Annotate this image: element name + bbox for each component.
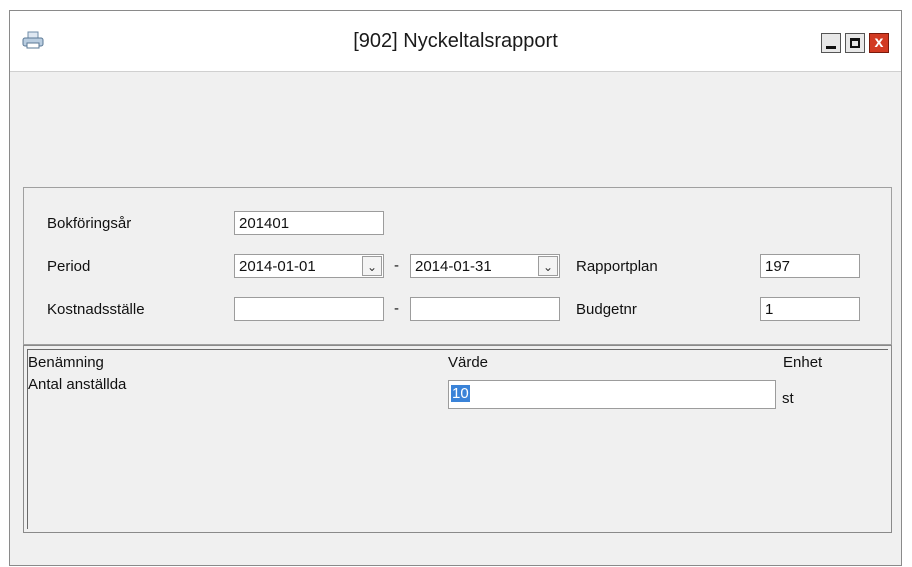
report-window: [902] Nyckeltalsrapport x Bokföringsår 2…	[9, 10, 902, 566]
budgetnr-label: Budgetnr	[576, 301, 637, 318]
close-icon: x	[874, 34, 884, 51]
period-range-dash: -	[394, 257, 399, 274]
rapportplan-label: Rapportplan	[576, 258, 658, 275]
maximize-button[interactable]	[845, 33, 865, 53]
window-title: [902] Nyckeltalsrapport	[353, 30, 558, 52]
row-varde-input[interactable]: 10	[448, 380, 776, 409]
period-from-value: 2014-01-01	[239, 258, 316, 275]
bokforingsar-field[interactable]: 201401	[234, 211, 384, 235]
budgetnr-field[interactable]: 1	[760, 297, 860, 321]
chevron-down-icon[interactable]: ⌄	[362, 256, 382, 276]
grid-area: Benämning Värde Enhet Antal anställda 10…	[27, 349, 888, 529]
row-benamning-cell: Antal anställda	[28, 376, 127, 393]
kostnadsstalle-range-dash: -	[394, 300, 399, 317]
chevron-down-icon[interactable]: ⌄	[538, 256, 558, 276]
kostnadsstalle-label: Kostnadsställe	[47, 301, 145, 318]
key-figures-grid: Benämning Värde Enhet Antal anställda 10…	[23, 345, 892, 533]
title-bar[interactable]: [902] Nyckeltalsrapport x	[10, 11, 901, 72]
close-button[interactable]: x	[869, 33, 889, 53]
column-header-varde[interactable]: Värde	[448, 354, 488, 371]
period-to-value: 2014-01-31	[415, 258, 492, 275]
varde-selected-text: 10	[451, 385, 470, 402]
rapportplan-field[interactable]: 197	[760, 254, 860, 278]
period-label: Period	[47, 258, 91, 275]
bokforingsar-label: Bokföringsår	[47, 215, 132, 232]
filter-panel: Bokföringsår 201401 Period 2014-01-01 ⌄ …	[23, 187, 892, 345]
kostnadsstalle-to-field[interactable]	[410, 297, 560, 321]
row-enhet-cell: st	[782, 390, 794, 407]
column-header-benamning[interactable]: Benämning	[28, 354, 104, 371]
kostnadsstalle-from-field[interactable]	[234, 297, 384, 321]
minimize-button[interactable]	[821, 33, 841, 53]
column-header-enhet[interactable]: Enhet	[783, 354, 822, 371]
period-to-combo[interactable]: 2014-01-31 ⌄	[410, 254, 560, 278]
period-from-combo[interactable]: 2014-01-01 ⌄	[234, 254, 384, 278]
